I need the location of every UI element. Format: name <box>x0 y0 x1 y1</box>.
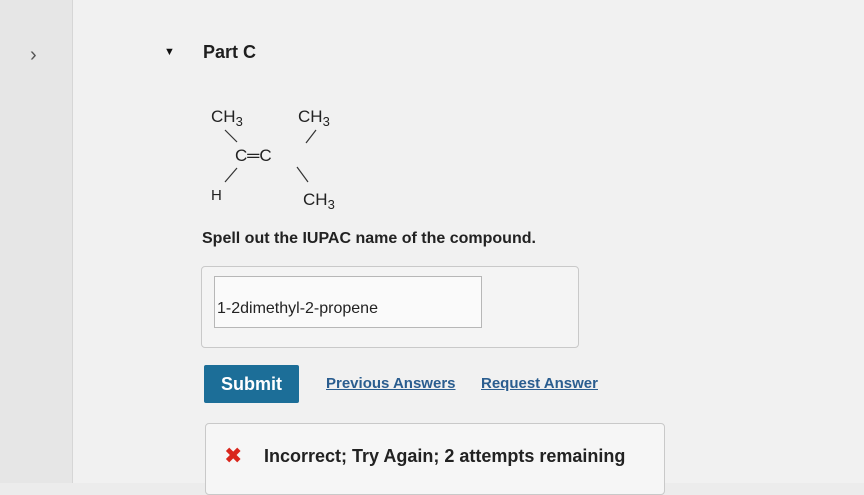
error-x-icon: ✖ <box>224 443 243 468</box>
bond-bottom-left <box>224 167 238 183</box>
feedback-message: Incorrect; Try Again; 2 attempts remaini… <box>264 446 626 466</box>
request-answer-link[interactable]: Request Answer <box>481 375 598 392</box>
left-sidebar: › <box>0 0 73 483</box>
chemical-structure: CH3 CH3 C═C H CH3 <box>211 107 335 212</box>
bond-top-right <box>305 129 317 144</box>
answer-input[interactable] <box>214 276 482 328</box>
bond-bottom-right <box>296 166 309 183</box>
structure-bottom-right-label: CH3 <box>303 190 335 212</box>
chevron-right-icon[interactable]: › <box>30 44 37 67</box>
submit-button[interactable]: Submit <box>204 365 299 403</box>
collapse-triangle-icon[interactable]: ▼ <box>164 46 175 58</box>
question-prompt: Spell out the IUPAC name of the compound… <box>202 230 536 247</box>
answer-container <box>201 266 579 348</box>
feedback-box: ✖ Incorrect; Try Again; 2 attempts remai… <box>205 423 665 495</box>
previous-answers-link[interactable]: Previous Answers <box>326 375 456 392</box>
bond-top-left <box>224 129 238 143</box>
structure-bottom-left-label: H <box>211 187 222 204</box>
structure-top-left-label: CH3 <box>211 107 243 129</box>
part-title: Part C <box>203 42 257 62</box>
structure-top-right-label: CH3 <box>298 107 330 129</box>
structure-double-bond-label: C═C <box>235 146 272 165</box>
